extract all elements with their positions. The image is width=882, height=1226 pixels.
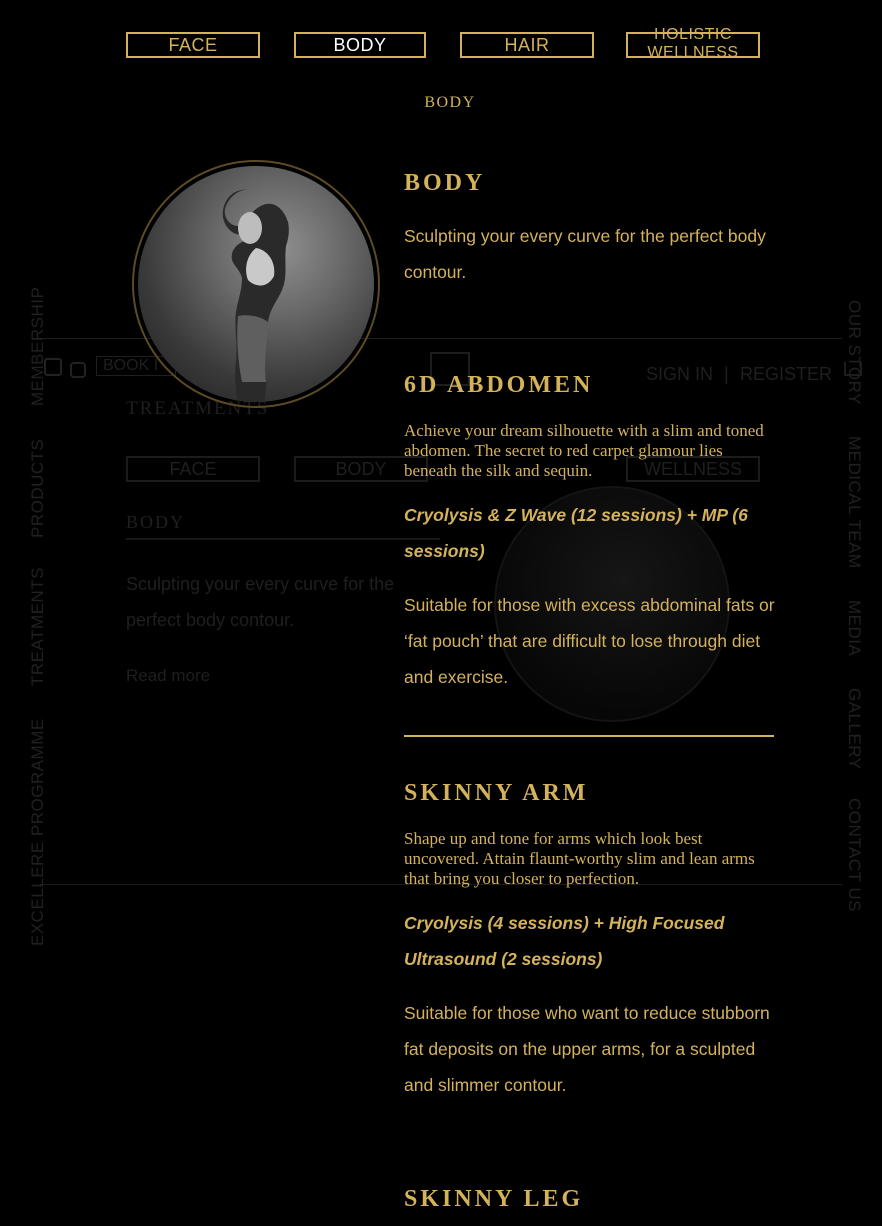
treatment-divider: [404, 735, 774, 737]
cart-icon[interactable]: [844, 362, 862, 376]
portrait-photo: [138, 166, 374, 402]
category-tabs: FACE BODY HAIR HOLISTIC WELLNESS: [0, 26, 882, 61]
treatment-tagline: Achieve your dream silhouette with a sli…: [404, 421, 764, 480]
background-body-desc: Sculpting your every curve for the perfe…: [126, 574, 395, 630]
nav-gallery[interactable]: GALLERY: [844, 688, 864, 770]
sign-in-link[interactable]: SIGN IN: [646, 364, 713, 385]
header-separator: |: [724, 364, 729, 384]
tab-body[interactable]: BODY: [294, 32, 426, 58]
tab-holistic-wellness[interactable]: HOLISTIC WELLNESS: [626, 26, 760, 61]
tab-face[interactable]: FACE: [126, 32, 260, 58]
nav-products[interactable]: PRODUCTS: [28, 439, 48, 538]
treatment-package: Cryolysis (4 sessions) + High Focused Ul…: [404, 913, 725, 969]
treatment-suitability: Suitable for those who want to reduce st…: [404, 1003, 770, 1095]
background-tab-face[interactable]: FACE: [126, 456, 260, 482]
instagram-icon[interactable]: [70, 362, 86, 378]
nav-excellere-programme[interactable]: EXCELLERE PROGRAMME: [28, 718, 48, 946]
nav-contact-us[interactable]: CONTACT US: [844, 798, 864, 912]
register-link[interactable]: REGISTER: [740, 364, 832, 385]
woman-silhouette-icon: [222, 189, 289, 402]
tab-holistic-wellness-label: HOLISTIC WELLNESS: [647, 26, 739, 61]
nav-our-story[interactable]: OUR STORY: [844, 300, 864, 405]
right-vertical-nav: OUR STORY MEDICAL TEAM MEDIA GALLERY CON…: [838, 296, 868, 936]
nav-treatments[interactable]: TREATMENTS: [28, 567, 48, 686]
treatment-suitability: Suitable for those with excess abdominal…: [404, 595, 775, 687]
treatment-package: Cryolysis & Z Wave (12 sessions) + MP (6…: [404, 505, 748, 561]
body-portrait-image: [132, 160, 380, 408]
breadcrumb: BODY: [424, 94, 476, 111]
facebook-icon[interactable]: [44, 358, 62, 376]
tab-hair[interactable]: HAIR: [460, 32, 594, 58]
treatment-title: 6D ABDOMEN: [404, 372, 594, 398]
background-body-rule: [126, 538, 440, 540]
nav-medical-team[interactable]: MEDICAL TEAM: [844, 436, 864, 569]
nav-media[interactable]: MEDIA: [844, 600, 864, 656]
treatment-title: SKINNY LEG: [404, 1186, 584, 1212]
intro-description: Sculpting your every curve for the perfe…: [404, 226, 766, 282]
background-read-more-link[interactable]: Read more: [126, 666, 210, 686]
background-body-title: BODY: [126, 512, 186, 532]
intro-title: BODY: [404, 170, 486, 196]
treatment-tagline: Shape up and tone for arms which look be…: [404, 829, 755, 888]
treatment-title: SKINNY ARM: [404, 780, 589, 806]
